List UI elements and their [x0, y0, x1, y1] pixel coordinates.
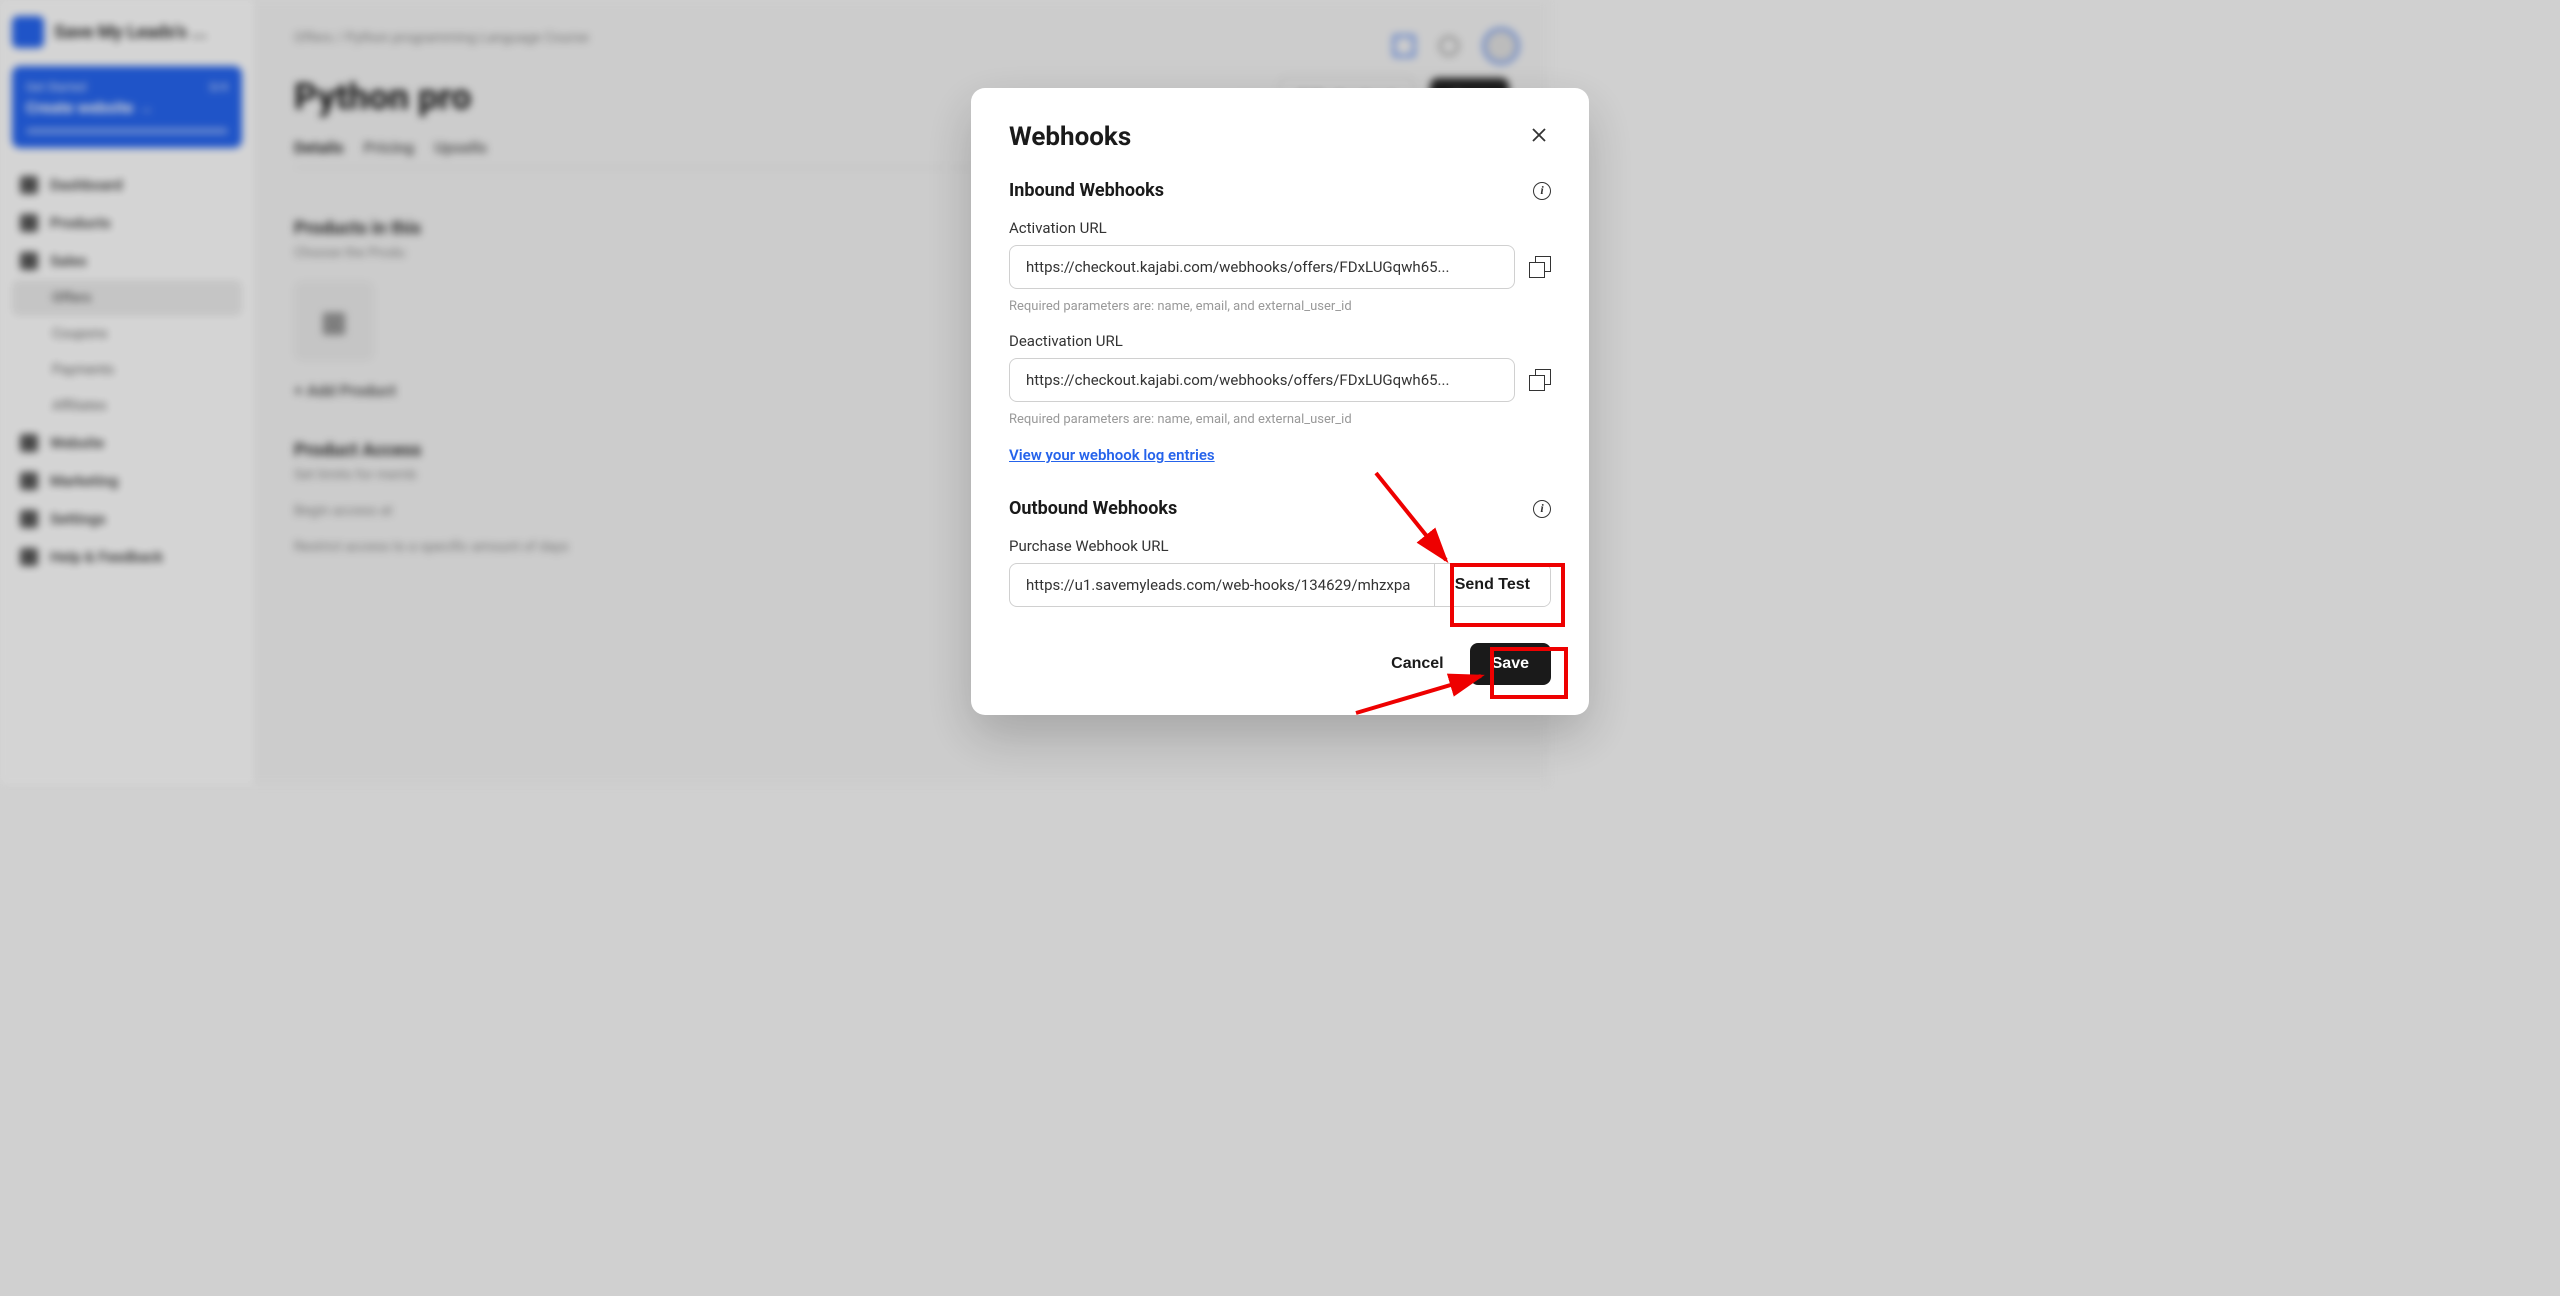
copy-deactivation-icon[interactable]	[1529, 369, 1551, 391]
deactivation-url-input[interactable]: https://checkout.kajabi.com/webhooks/off…	[1009, 358, 1515, 402]
close-button[interactable]	[1527, 123, 1551, 151]
activation-helper: Required parameters are: name, email, an…	[1009, 299, 1551, 314]
activation-url-input[interactable]: https://checkout.kajabi.com/webhooks/off…	[1009, 245, 1515, 289]
purchase-url-input[interactable]: https://u1.savemyleads.com/web-hooks/134…	[1010, 564, 1434, 606]
copy-activation-icon[interactable]	[1529, 256, 1551, 278]
outbound-section-title: Outbound Webhooks	[1009, 498, 1177, 519]
view-log-link[interactable]: View your webhook log entries	[1009, 446, 1215, 464]
modal-backdrop: Webhooks Inbound Webhooks i Activation U…	[0, 0, 2560, 1296]
activation-label: Activation URL	[1009, 219, 1551, 237]
modal-title: Webhooks	[1009, 122, 1131, 152]
info-icon-outbound[interactable]: i	[1533, 500, 1551, 518]
save-modal-button[interactable]: Save	[1470, 643, 1551, 685]
info-icon[interactable]: i	[1533, 182, 1551, 200]
deactivation-helper: Required parameters are: name, email, an…	[1009, 412, 1551, 427]
inbound-section-title: Inbound Webhooks	[1009, 180, 1164, 201]
deactivation-label: Deactivation URL	[1009, 332, 1551, 350]
close-icon	[1531, 127, 1547, 143]
webhooks-modal: Webhooks Inbound Webhooks i Activation U…	[971, 88, 1589, 715]
send-test-button[interactable]: Send Test	[1434, 564, 1550, 606]
cancel-button[interactable]: Cancel	[1385, 645, 1449, 683]
purchase-label: Purchase Webhook URL	[1009, 537, 1551, 555]
